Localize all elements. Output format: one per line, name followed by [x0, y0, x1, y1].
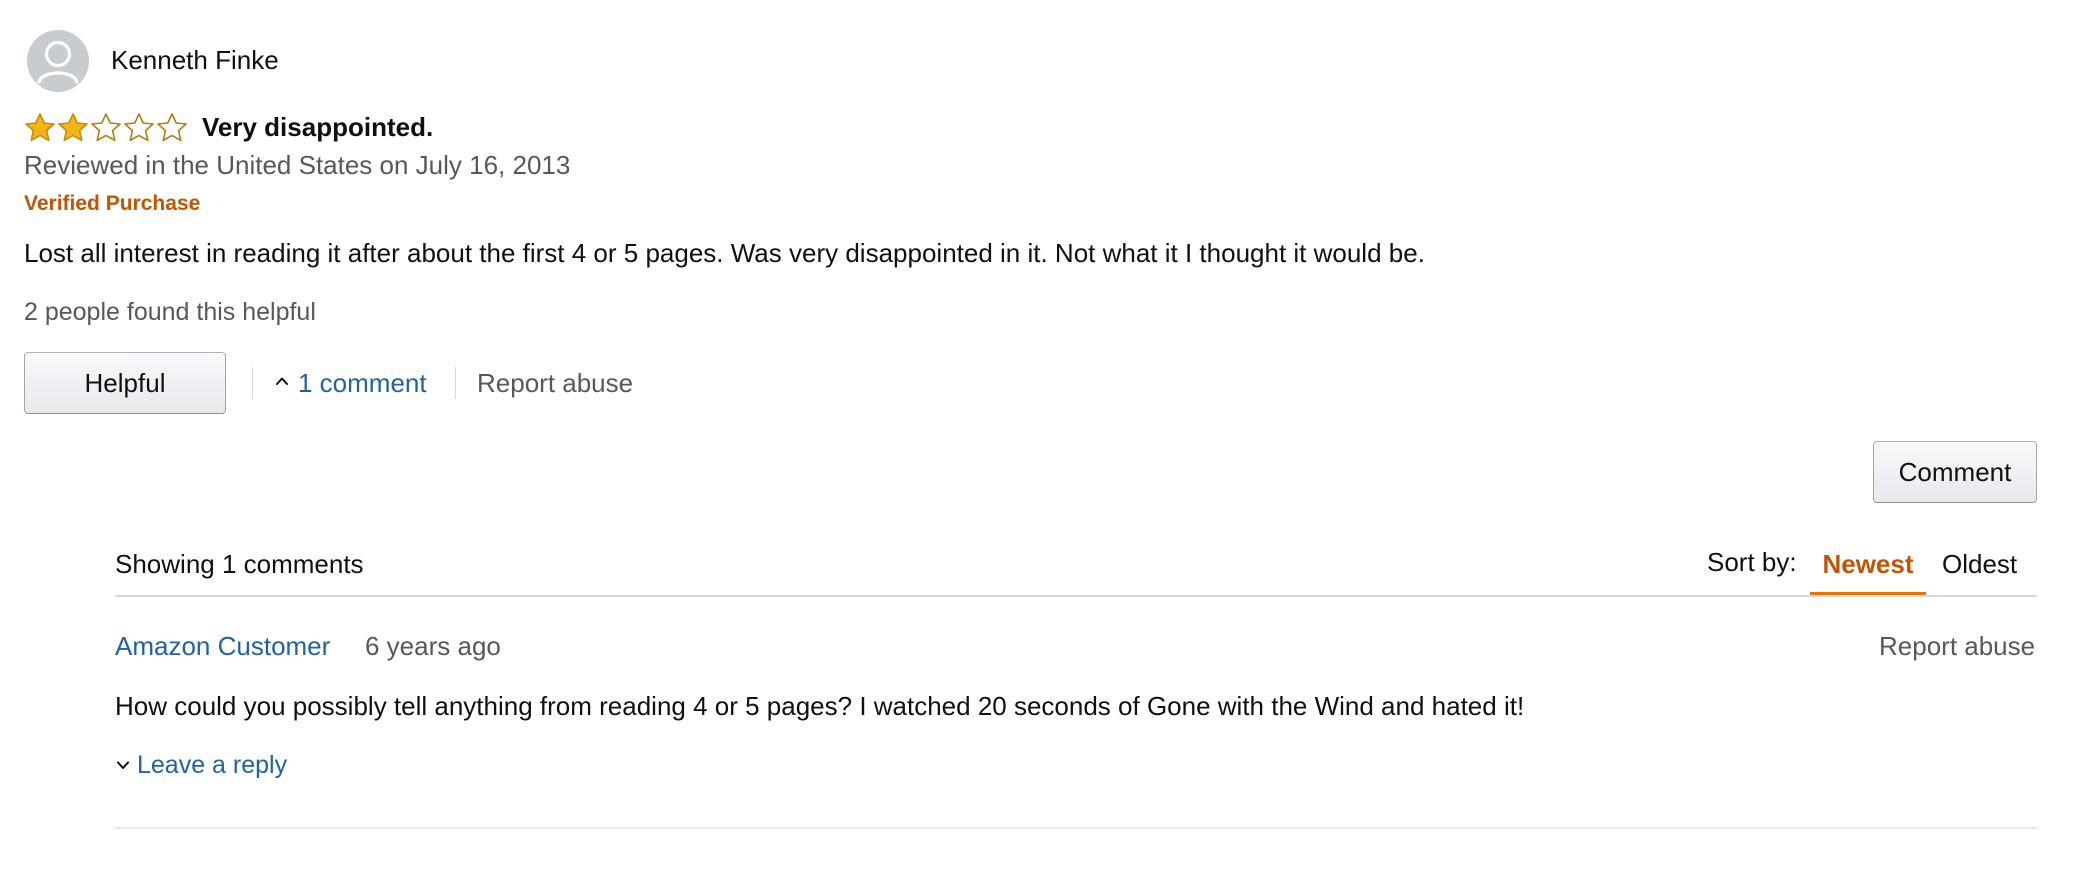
star-rating[interactable]	[24, 112, 188, 142]
star-empty-icon	[124, 113, 154, 142]
comment-report-abuse-link[interactable]: Report abuse	[1879, 630, 2035, 662]
comment-author[interactable]: Amazon Customer	[115, 630, 330, 662]
helpful-count: 2 people found this helpful	[24, 298, 316, 326]
comment-timestamp: 6 years ago	[365, 631, 501, 661]
leave-reply-link[interactable]: Leave a reply	[137, 749, 287, 781]
comment-button[interactable]: Comment	[1873, 441, 2037, 503]
review-date: Reviewed in the United States on July 16…	[24, 150, 571, 180]
reviewer-name[interactable]: Kenneth Finke	[111, 44, 279, 76]
sort-by-label: Sort by:	[1707, 547, 1797, 577]
comment-body: How could you possibly tell anything fro…	[115, 691, 1525, 721]
verified-purchase-badge: Verified Purchase	[24, 192, 201, 215]
chevron-down-icon[interactable]	[115, 757, 131, 773]
comments-count: Showing 1 comments	[115, 549, 364, 579]
review-title[interactable]: Very disappointed.	[202, 110, 433, 144]
action-divider	[455, 367, 456, 399]
helpful-button[interactable]: Helpful	[24, 352, 226, 414]
star-empty-icon	[91, 113, 121, 142]
reviewer-avatar	[27, 30, 89, 92]
sort-tab-newest[interactable]: Newest	[1810, 547, 1926, 595]
comments-divider	[115, 595, 2037, 597]
comment-bottom-divider	[115, 827, 2037, 829]
avatar-person-icon	[27, 30, 89, 92]
star-filled-icon	[58, 113, 88, 142]
report-abuse-link[interactable]: Report abuse	[477, 367, 633, 399]
review-body: Lost all interest in reading it after ab…	[24, 238, 1425, 268]
star-empty-icon	[157, 113, 187, 142]
sort-tab-oldest[interactable]: Oldest	[1942, 547, 2017, 581]
chevron-up-icon[interactable]	[274, 373, 290, 389]
action-divider	[252, 367, 253, 399]
star-filled-icon	[25, 113, 55, 142]
comments-toggle-link[interactable]: 1 comment	[298, 367, 427, 399]
